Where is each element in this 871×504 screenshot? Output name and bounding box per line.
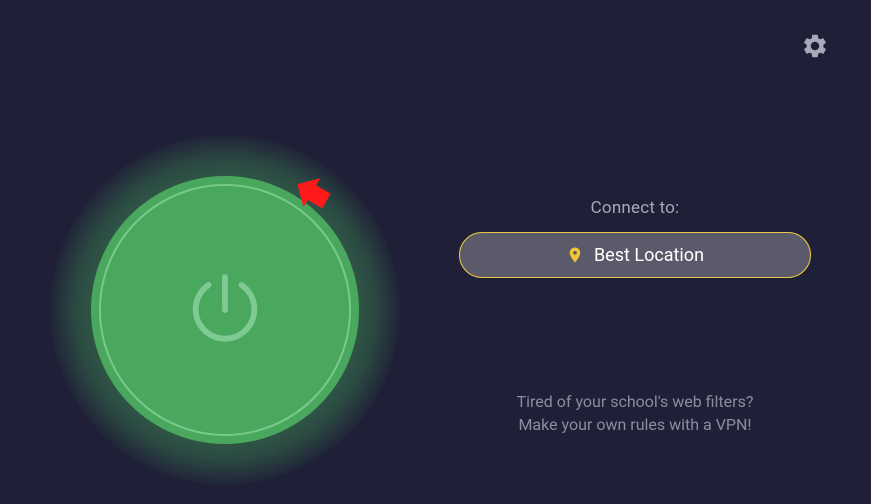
promo-text: Tired of your school's web filters? Make… [445,390,825,436]
gear-icon [801,45,829,64]
settings-button[interactable] [801,32,829,60]
promo-line-1: Tired of your school's web filters? [445,390,825,413]
power-ring [99,184,351,436]
connect-to-label: Connect to: [445,198,825,218]
promo-line-2: Make your own rules with a VPN! [445,413,825,436]
power-button[interactable] [91,176,359,444]
location-pin-icon [566,244,584,266]
connect-section: Connect to: Best Location [445,198,825,278]
power-button-area [50,135,400,485]
location-text: Best Location [594,245,704,266]
location-selector-button[interactable]: Best Location [459,232,811,278]
